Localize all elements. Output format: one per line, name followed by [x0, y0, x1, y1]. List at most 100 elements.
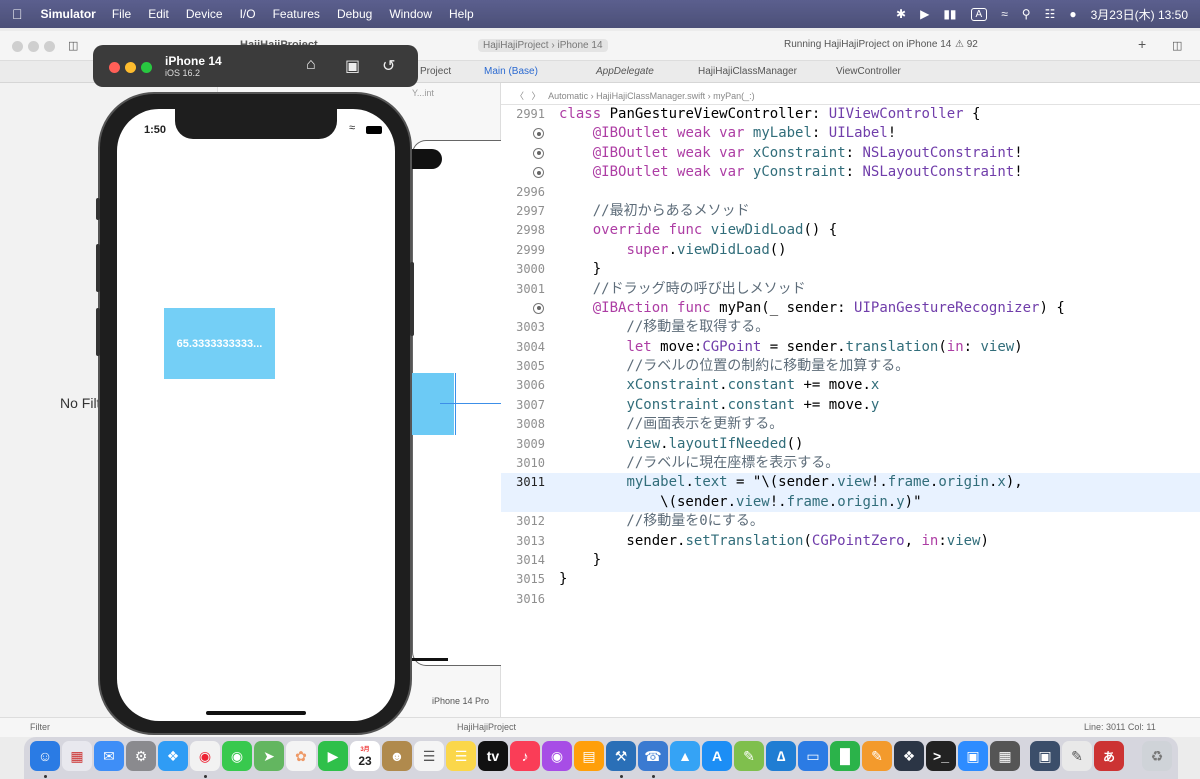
- code-text[interactable]: @IBOutlet weak var myLabel: UILabel!: [559, 124, 897, 143]
- sim-minimize-button[interactable]: [125, 62, 136, 73]
- my-label[interactable]: 65.3333333333...: [164, 308, 275, 379]
- code-editor[interactable]: 〈 〉 Automatic › HajiHajiClassManager.swi…: [501, 83, 1200, 717]
- window-close-button[interactable]: [12, 41, 23, 52]
- app-store-icon[interactable]: A: [702, 741, 732, 771]
- preview-icon[interactable]: ▣: [1030, 741, 1060, 771]
- numbers-icon[interactable]: ✎: [734, 741, 764, 771]
- menu-app-name[interactable]: Simulator: [41, 7, 96, 21]
- finder-icon[interactable]: ☺: [30, 741, 60, 771]
- line-number[interactable]: 2999: [501, 241, 545, 260]
- code-line[interactable]: 3016: [501, 590, 1200, 609]
- trash-icon[interactable]: ♻: [1142, 741, 1172, 771]
- notes-icon[interactable]: ☰: [446, 741, 476, 771]
- code-line[interactable]: 3010 //ラベルに現在座標を表示する。: [501, 454, 1200, 473]
- sim-close-button[interactable]: [109, 62, 120, 73]
- code-line[interactable]: 3007 yConstraint.constant += move.y: [501, 396, 1200, 415]
- code-text[interactable]: @IBOutlet weak var yConstraint: NSLayout…: [559, 163, 1023, 182]
- menu-clock[interactable]: 3月23日(木) 13:50: [1091, 6, 1188, 23]
- code-line[interactable]: 2997 //最初からあるメソッド: [501, 202, 1200, 221]
- code-line[interactable]: 3004 let move:CGPoint = sender.translati…: [501, 338, 1200, 357]
- vpn-icon[interactable]: ❖: [894, 741, 924, 771]
- code-line[interactable]: \(sender.view!.frame.origin.y)": [501, 492, 1200, 513]
- inspector-toggle-icon[interactable]: ◫: [1172, 39, 1182, 52]
- code-line[interactable]: 3015}: [501, 570, 1200, 589]
- podcasts-icon[interactable]: ◉: [542, 741, 572, 771]
- keynote-icon[interactable]: ▭: [798, 741, 828, 771]
- play-status-icon[interactable]: ▶: [920, 7, 929, 21]
- tab-hajihaji-class-manager[interactable]: HajiHajiClassManager: [698, 66, 797, 77]
- menu-help[interactable]: Help: [449, 7, 474, 21]
- code-line[interactable]: 3011 myLabel.text = "\(sender.view!.fram…: [501, 473, 1200, 493]
- code-text[interactable]: @IBAction func myPan(_ sender: UIPanGest…: [559, 299, 1065, 318]
- line-number[interactable]: 3013: [501, 532, 545, 551]
- code-text[interactable]: override func viewDidLoad() {: [559, 221, 837, 240]
- calendar-icon[interactable]: 3月 23: [350, 741, 380, 771]
- line-number[interactable]: 3010: [501, 454, 545, 473]
- scheme-selector[interactable]: HajiHajiProject › iPhone 14: [478, 39, 608, 52]
- xcode-icon[interactable]: ⚒: [606, 741, 636, 771]
- code-text[interactable]: xConstraint.constant += move.x: [559, 376, 879, 395]
- code-text[interactable]: \(sender.view!.frame.origin.y)": [559, 493, 921, 512]
- outlet-connection-icon[interactable]: [533, 302, 544, 314]
- code-line[interactable]: 2999 super.viewDidLoad(): [501, 241, 1200, 260]
- tab-project[interactable]: Project: [420, 66, 451, 77]
- line-number[interactable]: 3005: [501, 357, 545, 376]
- control-center-icon[interactable]: ☷: [1045, 7, 1056, 21]
- code-line[interactable]: 3013 sender.setTranslation(CGPointZero, …: [501, 532, 1200, 551]
- code-line[interactable]: @IBAction func myPan(_ sender: UIPanGest…: [501, 299, 1200, 318]
- filter-field[interactable]: Filter: [30, 722, 50, 732]
- code-text[interactable]: }: [559, 570, 567, 589]
- dictionary-icon[interactable]: あ: [1094, 741, 1124, 771]
- code-line[interactable]: 2996: [501, 183, 1200, 202]
- code-text[interactable]: }: [559, 551, 601, 570]
- tab-appdelegate[interactable]: AppDelegate: [596, 66, 654, 77]
- music-icon[interactable]: ♪: [510, 741, 540, 771]
- menu-features[interactable]: Features: [273, 7, 320, 21]
- code-line[interactable]: 3012 //移動量を0にする。: [501, 512, 1200, 531]
- add-library-icon[interactable]: +: [1138, 36, 1146, 52]
- jumpbar-automatic[interactable]: Automatic: [548, 91, 588, 101]
- tab-viewcontroller[interactable]: ViewController: [836, 66, 901, 77]
- code-line[interactable]: @IBOutlet weak var myLabel: UILabel!: [501, 124, 1200, 143]
- menu-file[interactable]: File: [112, 7, 131, 21]
- apple-menu-icon[interactable]: : [12, 6, 23, 22]
- line-number[interactable]: 3014: [501, 551, 545, 570]
- menu-edit[interactable]: Edit: [148, 7, 169, 21]
- line-number[interactable]: 3015: [501, 570, 545, 589]
- maps-icon[interactable]: ➤: [254, 741, 284, 771]
- code-line[interactable]: @IBOutlet weak var yConstraint: NSLayout…: [501, 163, 1200, 182]
- line-number[interactable]: 2998: [501, 221, 545, 240]
- zoom-icon[interactable]: ▣: [958, 741, 988, 771]
- facetime-icon[interactable]: ▶: [318, 741, 348, 771]
- code-text[interactable]: let move:CGPoint = sender.translation(in…: [559, 338, 1022, 357]
- numbers-chart-icon[interactable]: █: [830, 741, 860, 771]
- code-line[interactable]: 3003 //移動量を取得する。: [501, 318, 1200, 337]
- code-text[interactable]: class PanGestureViewController: UIViewCo…: [559, 105, 980, 124]
- line-number[interactable]: 3012: [501, 512, 545, 531]
- outlet-connection-icon[interactable]: [533, 128, 544, 140]
- code-line[interactable]: 3000 }: [501, 260, 1200, 279]
- jumpbar-file[interactable]: HajiHajiClassManager.swift: [596, 91, 705, 101]
- line-number[interactable]: 3004: [501, 338, 545, 357]
- code-line[interactable]: 3009 view.layoutIfNeeded(): [501, 435, 1200, 454]
- line-number[interactable]: 2996: [501, 183, 545, 202]
- menu-window[interactable]: Window: [389, 7, 432, 21]
- photos-icon[interactable]: ✿: [286, 741, 316, 771]
- forward-icon[interactable]: 〉: [532, 91, 541, 101]
- menu-device[interactable]: Device: [186, 7, 223, 21]
- code-lines[interactable]: 2991 class PanGestureViewController: UIVi…: [501, 105, 1200, 609]
- line-number[interactable]: 3008: [501, 415, 545, 434]
- line-number[interactable]: 2997: [501, 202, 545, 221]
- mail-icon[interactable]: ✉: [94, 741, 124, 771]
- code-line[interactable]: 2991 class PanGestureViewController: UIVi…: [501, 105, 1200, 124]
- code-text[interactable]: @IBOutlet weak var xConstraint: NSLayout…: [559, 144, 1023, 163]
- window-minimize-button[interactable]: [28, 41, 39, 52]
- code-text[interactable]: yConstraint.constant += move.y: [559, 396, 879, 415]
- contacts-icon[interactable]: ☻: [382, 741, 412, 771]
- code-text[interactable]: sender.setTranslation(CGPointZero, in:vi…: [559, 532, 989, 551]
- code-text[interactable]: //ドラッグ時の呼び出しメソッド: [559, 280, 806, 299]
- line-number[interactable]: 3003: [501, 318, 545, 337]
- apple-tv-icon[interactable]: tv: [478, 741, 508, 771]
- siri-icon[interactable]: ●: [1069, 7, 1076, 21]
- jumpbar-symbol[interactable]: myPan(_:): [713, 91, 755, 101]
